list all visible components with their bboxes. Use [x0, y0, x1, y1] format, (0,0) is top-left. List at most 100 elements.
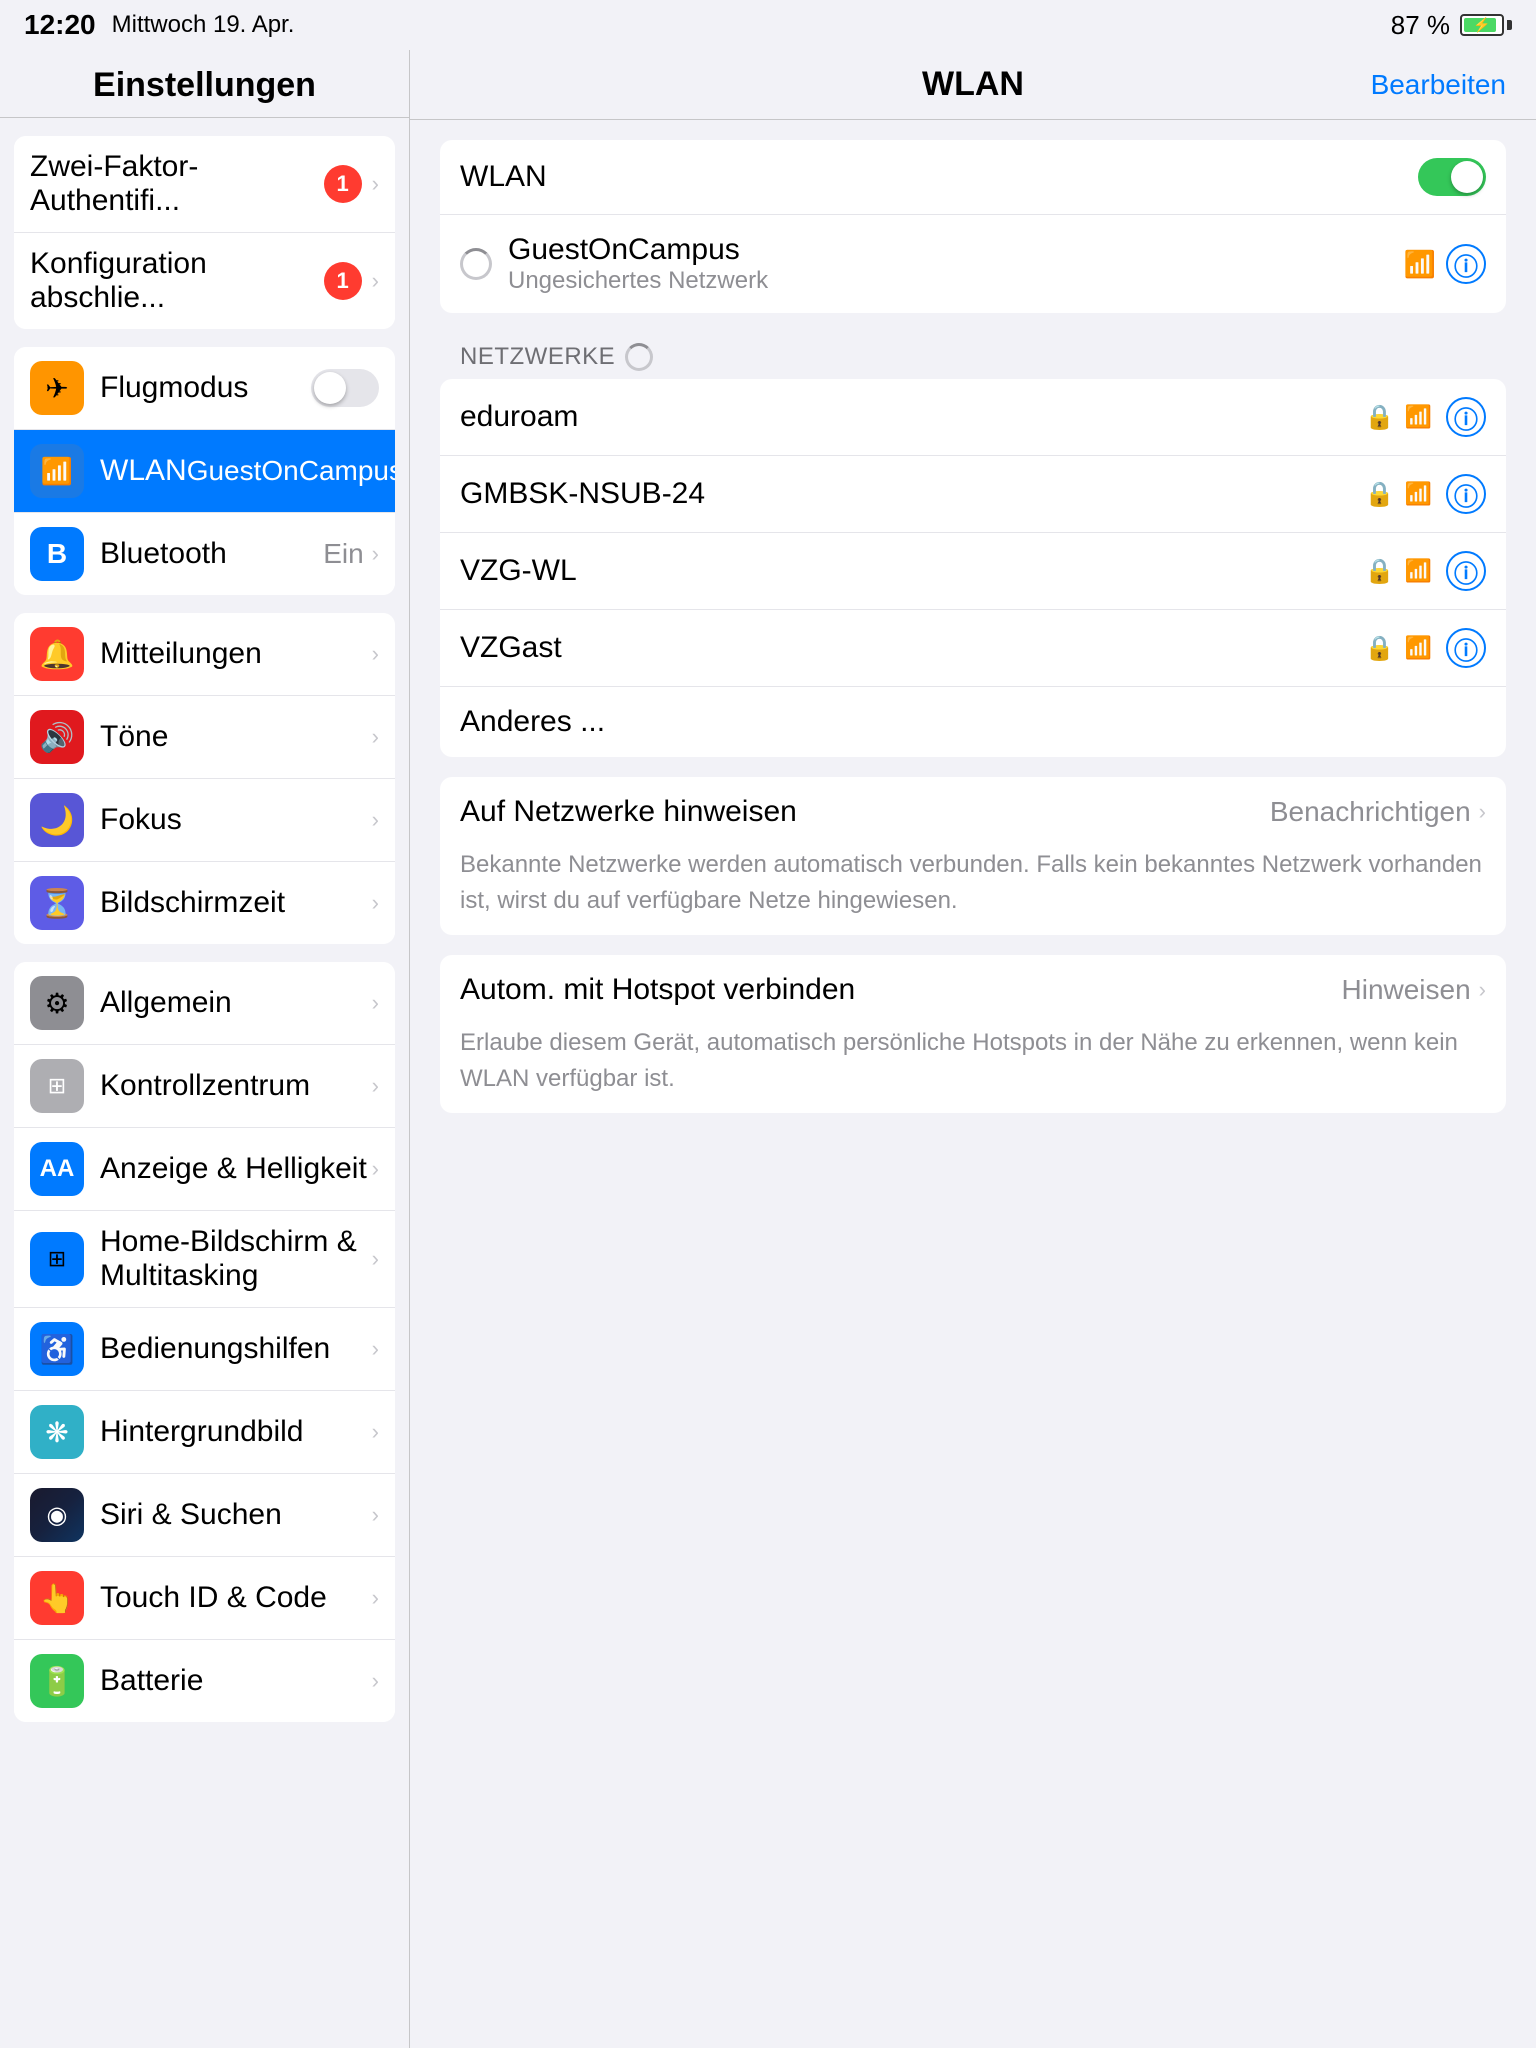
sidebar-item-hintergrundbild[interactable]: ❋ Hintergrundbild › [14, 1391, 395, 1474]
connected-network-name: GuestOnCampus [508, 233, 1404, 267]
sidebar-title: Einstellungen [20, 66, 389, 105]
item-label-touchid: Touch ID & Code [100, 1581, 372, 1615]
item-label-konfiguration: Konfiguration abschlie... [30, 247, 324, 315]
chevron-icon: › [372, 268, 379, 294]
wlan-toggle-row: WLAN [440, 140, 1506, 215]
hotspot-label: Autom. mit Hotspot verbinden [460, 973, 1342, 1007]
sidebar-item-anzeige[interactable]: AA Anzeige & Helligkeit › [14, 1128, 395, 1211]
toene-icon: 🔊 [30, 710, 84, 764]
right-header: WLAN Bearbeiten [410, 50, 1536, 120]
allgemein-chevron: › [372, 990, 379, 1016]
sidebar-item-kontrollzentrum[interactable]: ⊞ Kontrollzentrum › [14, 1045, 395, 1128]
date: Mittwoch 19. Apr. [112, 11, 295, 39]
hotspot-value: Hinweisen [1342, 974, 1471, 1006]
sidebar-item-touchid[interactable]: 👆 Touch ID & Code › [14, 1557, 395, 1640]
sidebar-item-mitteilungen[interactable]: 🔔 Mitteilungen › [14, 613, 395, 696]
batterie-chevron: › [372, 1668, 379, 1694]
badge-zwei-faktor: 1 [324, 165, 362, 203]
sidebar-item-konfiguration[interactable]: Konfiguration abschlie... 1 › [14, 233, 395, 329]
lock-icon-eduroam: 🔒 [1365, 403, 1395, 432]
sidebar-group-auth: Zwei-Faktor-Authentifi... 1 › Konfigurat… [14, 136, 395, 329]
info-btn-vzgwl[interactable]: ⓘ [1446, 551, 1486, 591]
home-bildschirm-icon: ⊞ [30, 1232, 84, 1286]
edit-button[interactable]: Bearbeiten [1371, 69, 1506, 101]
notify-card: Auf Netzwerke hinweisen Benachrichtigen … [440, 777, 1506, 935]
chevron-icon: › [372, 171, 379, 197]
info-btn-gmbsk[interactable]: ⓘ [1446, 474, 1486, 514]
sidebar-group-notifications: 🔔 Mitteilungen › 🔊 Töne › 🌙 Fokus › [14, 613, 395, 944]
sidebar-item-siri[interactable]: ◉ Siri & Suchen › [14, 1474, 395, 1557]
item-label-mitteilungen: Mitteilungen [100, 637, 372, 671]
network-name-vzgast: VZGast [460, 631, 1365, 665]
item-label-kontrollzentrum: Kontrollzentrum [100, 1069, 372, 1103]
battery-icon: ⚡ [1460, 14, 1512, 36]
connected-wifi-icon: 📶 [1404, 249, 1436, 280]
notify-value: Benachrichtigen [1270, 796, 1471, 828]
fokus-chevron: › [372, 807, 379, 833]
network-icons-vzgast: 🔒 📶 ⓘ [1365, 628, 1486, 668]
sidebar-item-bedienungshilfen[interactable]: ♿ Bedienungshilfen › [14, 1308, 395, 1391]
item-label-flugmodus: Flugmodus [100, 371, 311, 405]
bluetooth-chevron: › [372, 541, 379, 567]
item-value-bluetooth: Ein [323, 538, 363, 570]
sidebar-item-flugmodus[interactable]: ✈ Flugmodus [14, 347, 395, 430]
connected-info-button[interactable]: ⓘ [1446, 244, 1486, 284]
sidebar-item-fokus[interactable]: 🌙 Fokus › [14, 779, 395, 862]
sidebar: Einstellungen Zwei-Faktor-Authentifi... … [0, 50, 410, 2048]
networks-card: eduroam 🔒 📶 ⓘ GMBSK-NSUB-24 🔒 📶 ⓘ [440, 379, 1506, 757]
networks-spinner [625, 343, 653, 371]
item-label-bildschirmzeit: Bildschirmzeit [100, 886, 372, 920]
network-row-anderes[interactable]: Anderes ... [440, 687, 1506, 757]
sidebar-item-allgemein[interactable]: ⚙ Allgemein › [14, 962, 395, 1045]
item-label-batterie: Batterie [100, 1664, 372, 1698]
network-row-gmbsk[interactable]: GMBSK-NSUB-24 🔒 📶 ⓘ [440, 456, 1506, 533]
network-name-gmbsk: GMBSK-NSUB-24 [460, 477, 1365, 511]
touchid-chevron: › [372, 1585, 379, 1611]
wlan-toggle-switch[interactable] [1418, 158, 1486, 196]
sidebar-item-bildschirmzeit[interactable]: ⏳ Bildschirmzeit › [14, 862, 395, 944]
anzeige-icon: AA [30, 1142, 84, 1196]
siri-chevron: › [372, 1502, 379, 1528]
wifi-icon-vzgast: 📶 [1405, 635, 1432, 661]
bedienungshilfen-icon: ♿ [30, 1322, 84, 1376]
sidebar-item-zwei-faktor[interactable]: Zwei-Faktor-Authentifi... 1 › [14, 136, 395, 233]
connected-network-row[interactable]: GuestOnCampus Ungesichertes Netzwerk 📶 ⓘ [440, 215, 1506, 313]
hotspot-row[interactable]: Autom. mit Hotspot verbinden Hinweisen › [440, 955, 1506, 1025]
network-row-vzgwl[interactable]: VZG-WL 🔒 📶 ⓘ [440, 533, 1506, 610]
network-icons-vzgwl: 🔒 📶 ⓘ [1365, 551, 1486, 591]
mitteilungen-icon: 🔔 [30, 627, 84, 681]
status-left: 12:20 Mittwoch 19. Apr. [24, 9, 294, 41]
flugmodus-toggle[interactable] [311, 369, 379, 407]
item-label-bluetooth: Bluetooth [100, 537, 323, 571]
anzeige-chevron: › [372, 1156, 379, 1182]
info-btn-vzgast[interactable]: ⓘ [1446, 628, 1486, 668]
bluetooth-icon: B [30, 527, 84, 581]
network-row-vzgast[interactable]: VZGast 🔒 📶 ⓘ [440, 610, 1506, 687]
sidebar-item-bluetooth[interactable]: B Bluetooth Ein › [14, 513, 395, 595]
item-label-fokus: Fokus [100, 803, 372, 837]
sidebar-item-toene[interactable]: 🔊 Töne › [14, 696, 395, 779]
kontrollzentrum-chevron: › [372, 1073, 379, 1099]
wlan-toggle-label: WLAN [460, 160, 1418, 194]
mitteilungen-chevron: › [372, 641, 379, 667]
sidebar-item-home-bildschirm[interactable]: ⊞ Home-Bildschirm & Multitasking › [14, 1211, 395, 1308]
status-bar: 12:20 Mittwoch 19. Apr. 87 % ⚡ [0, 0, 1536, 50]
notify-label: Auf Netzwerke hinweisen [460, 795, 1270, 829]
allgemein-icon: ⚙ [30, 976, 84, 1030]
notify-row[interactable]: Auf Netzwerke hinweisen Benachrichtigen … [440, 777, 1506, 847]
sidebar-item-batterie[interactable]: 🔋 Batterie › [14, 1640, 395, 1722]
wifi-icon-vzgwl: 📶 [1405, 558, 1432, 584]
info-btn-eduroam[interactable]: ⓘ [1446, 397, 1486, 437]
network-row-eduroam[interactable]: eduroam 🔒 📶 ⓘ [440, 379, 1506, 456]
network-name-anderes: Anderes ... [460, 705, 1486, 739]
touchid-icon: 👆 [30, 1571, 84, 1625]
wifi-icon-gmbsk: 📶 [1405, 481, 1432, 507]
bildschirmzeit-chevron: › [372, 890, 379, 916]
item-label-zwei-faktor: Zwei-Faktor-Authentifi... [30, 150, 324, 218]
sidebar-item-wlan[interactable]: 📶 WLAN GuestOnCampus › [14, 430, 395, 513]
sidebar-header: Einstellungen [0, 50, 409, 118]
network-icons-eduroam: 🔒 📶 ⓘ [1365, 397, 1486, 437]
sidebar-group-connectivity: ✈ Flugmodus 📶 WLAN GuestOnCampus › B [14, 347, 395, 595]
main-layout: Einstellungen Zwei-Faktor-Authentifi... … [0, 50, 1536, 2048]
item-label-siri: Siri & Suchen [100, 1498, 372, 1532]
